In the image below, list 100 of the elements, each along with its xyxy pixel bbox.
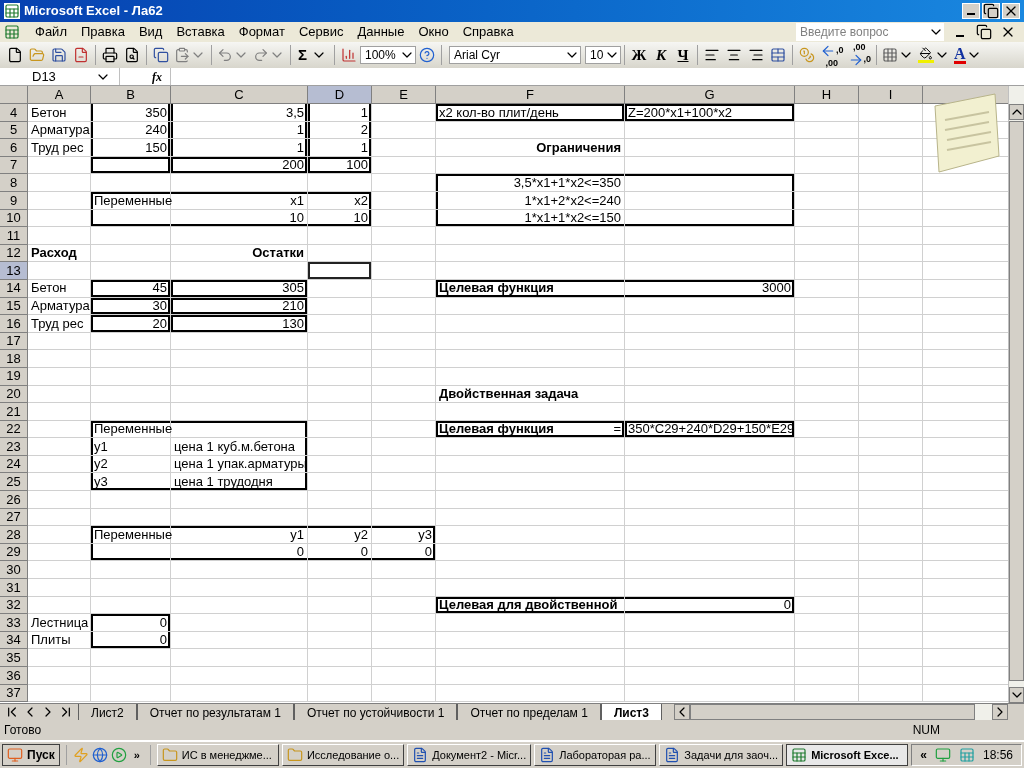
tray-toggle[interactable]: « [920,746,927,764]
menu-item[interactable]: Данные [350,22,412,42]
taskbar-button[interactable]: ИС в менеджме... [156,744,279,766]
table-cell [795,491,859,509]
menu-item[interactable]: Вид [131,22,170,42]
zoom-combo[interactable]: 100% [360,46,416,64]
row-header[interactable]: 25 [0,473,28,492]
table-cell [372,279,436,298]
table-cell [308,315,372,333]
table-cell: 350*C29+240*D29+150*E29 [625,420,795,439]
name-box[interactable]: D13 [0,68,120,85]
sheet-tab[interactable]: Лист2 [78,704,137,720]
font-size-combo[interactable]: 10 [585,46,621,64]
more-button[interactable]: » [129,746,144,764]
taskbar-button[interactable]: Microsoft Exce... [786,744,909,766]
row-header[interactable]: 13 [0,262,28,280]
taskbar-button[interactable]: Задачи для заоч... [659,744,784,766]
column-header[interactable]: B [91,86,171,103]
taskbar-button[interactable]: Исследование о... [281,744,405,766]
font-combo[interactable]: Arial Cyr [449,46,581,64]
scroll-right-button[interactable] [992,704,1008,720]
row-header[interactable]: 26 [0,491,28,509]
decimal-button[interactable]: ,00 ,0 [845,44,874,66]
table-cell [372,227,436,245]
table-cell [28,596,91,615]
table-cell [795,403,859,421]
sheet-tab[interactable]: Отчет по устойчивости 1 [294,704,458,720]
table-cell [795,614,859,632]
column-header[interactable]: D [308,86,372,103]
sheet-tab[interactable]: Отчет по пределам 1 [457,704,601,720]
sheet-tab[interactable]: Лист3 [600,704,662,720]
column-header[interactable]: H [795,86,859,103]
window-title: Microsoft Excel - Ла62 [24,2,163,21]
cell-reference: D13 [31,67,56,86]
start-button[interactable]: Пуск [2,744,60,766]
table-cell [28,473,91,492]
table-cell: Бетон [28,104,91,122]
table-cell [28,191,91,210]
row-header[interactable]: 31 [0,579,28,597]
table-cell: 0 [308,543,372,562]
table-cell [795,455,859,474]
table-cell: Ограничения [436,139,625,157]
format-button[interactable]: Ч [672,44,694,66]
restore-button[interactable] [982,3,1000,19]
menu-item[interactable]: Сервис [291,22,351,42]
row-header[interactable]: 4 [0,104,28,122]
help-search-field[interactable]: Введите вопрос [796,23,944,41]
decimal-button[interactable]: ,0 ,00 [818,44,846,66]
table-cell [372,455,436,474]
format-button[interactable]: Ж [628,44,650,66]
row-header[interactable]: 18 [0,350,28,368]
table-cell: Целевая для двойственной [436,596,625,615]
sheet-tab[interactable]: Отчет по результатам 1 [136,704,294,720]
row-header[interactable]: 23 [0,438,28,456]
table-cell [308,508,372,527]
menu-item[interactable]: Окно [411,22,456,42]
table-cell [28,227,91,245]
row-header[interactable]: 16 [0,315,28,333]
row-header[interactable]: 30 [0,561,28,580]
format-button[interactable]: К [650,44,672,66]
row-header[interactable]: 21 [0,403,28,421]
menu-item[interactable]: Правка [73,22,132,42]
row-header[interactable]: 35 [0,649,28,667]
table-cell: 3,5 [171,104,308,122]
taskbar-button[interactable]: Лабораторая ра... [534,744,657,766]
menu-item[interactable]: Файл [28,22,74,42]
row-header[interactable]: 8 [0,174,28,192]
menu-item[interactable]: Справка [455,22,521,42]
row-header[interactable]: 33 [0,614,28,632]
column-header[interactable]: I [859,86,923,103]
table-cell: 305 [171,279,308,298]
column-header[interactable]: E [372,86,436,103]
table-cell: Арматура [28,121,91,140]
column-header[interactable]: F [436,86,625,103]
row-header[interactable]: 11 [0,227,28,245]
column-header[interactable]: A [28,86,91,103]
close-button[interactable] [1002,3,1020,19]
table-cell: цена 1 упак.арматуры [171,455,308,474]
table-cell [795,561,859,580]
scroll-up-button[interactable] [1009,104,1024,120]
scroll-left-button[interactable] [673,704,690,720]
row-header[interactable]: 6 [0,139,28,157]
column-header[interactable]: G [625,86,795,103]
scroll-down-button[interactable] [1009,687,1024,703]
row-header[interactable]: 28 [0,526,28,544]
taskbar-button[interactable]: Документ2 - Micr... [407,744,532,766]
font-color-button[interactable]: A [952,44,984,66]
row-header[interactable]: 36 [0,667,28,685]
function-label[interactable]: fx [152,67,162,86]
restore-icon[interactable] [976,24,992,40]
active-cell[interactable] [308,262,372,280]
minimize-button[interactable] [962,3,980,19]
globe-icon[interactable] [91,747,108,763]
table-cell: 200 [171,156,308,175]
menu-item[interactable]: Вставка [169,22,232,42]
table-cell [372,473,436,492]
table-cell [308,332,372,351]
table-cell [795,526,859,544]
menu-item[interactable]: Формат [231,22,292,42]
autosum-button[interactable]: Σ [294,44,331,66]
